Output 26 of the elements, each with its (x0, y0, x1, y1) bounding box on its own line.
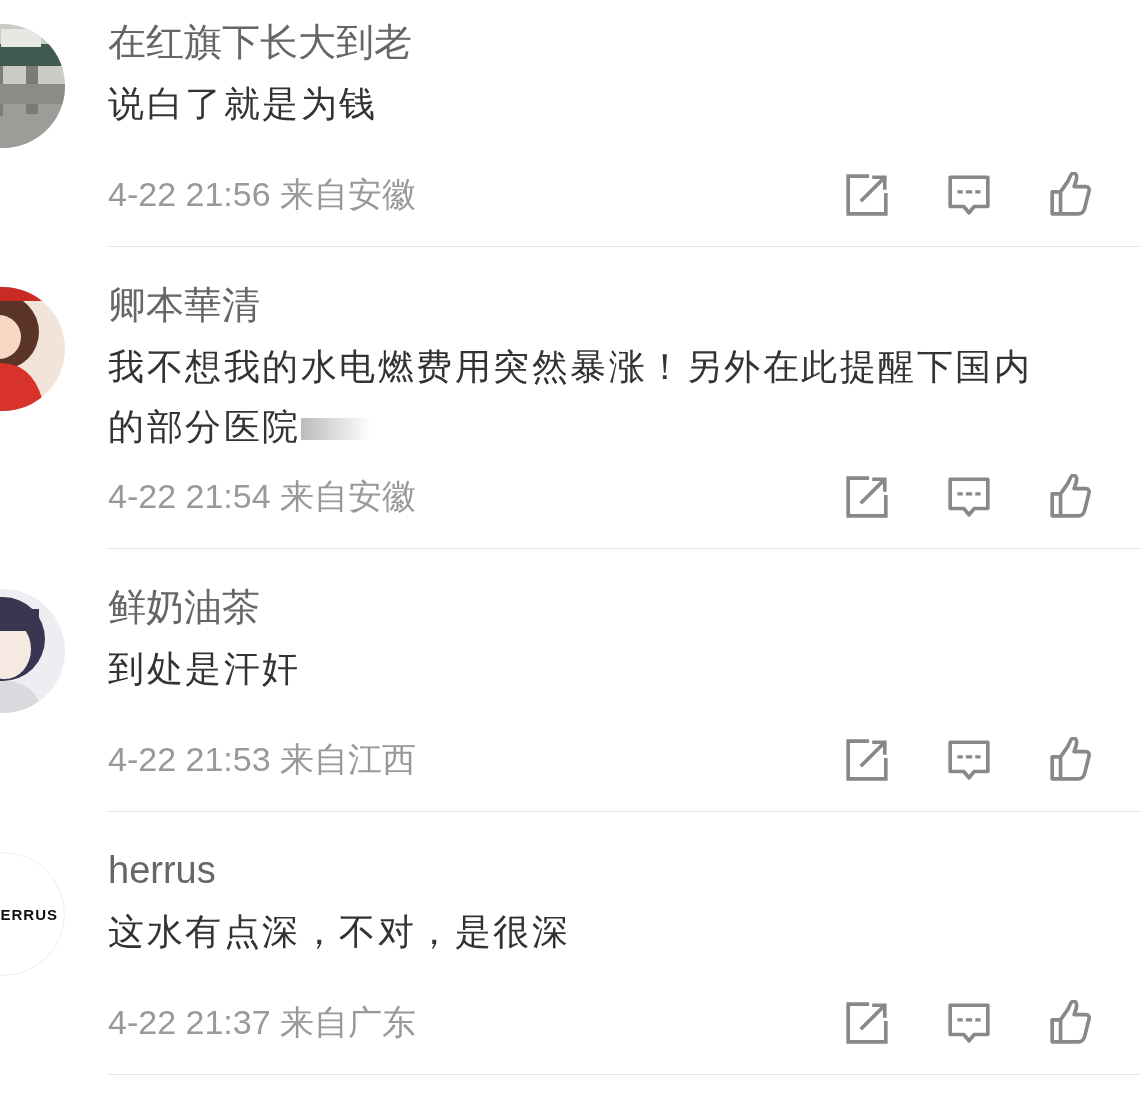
logo-text: ERRUS (0, 905, 58, 923)
thumbs-up-icon[interactable] (1048, 172, 1094, 218)
comment-text: 这水有点深，不对，是很深 (108, 910, 571, 954)
comment-text: 我不想我的水电燃费用突然暴涨！另外在此提醒下国内的部分医院 (108, 337, 1053, 457)
thumbs-up-icon[interactable] (1048, 1000, 1094, 1046)
thumbs-up-icon[interactable] (1048, 737, 1094, 783)
share-icon[interactable] (844, 474, 890, 520)
username[interactable]: 在红旗下长大到老 (108, 10, 1140, 74)
comment-icon[interactable] (946, 172, 992, 218)
share-icon[interactable] (844, 737, 890, 783)
username[interactable]: herrus (108, 838, 1140, 902)
username[interactable]: 鲜奶油茶 (108, 575, 1140, 639)
comment-icon[interactable] (946, 737, 992, 783)
share-icon[interactable] (844, 1000, 890, 1046)
username[interactable]: 卿本華清 (108, 273, 1140, 337)
avatar[interactable]: ERRUS (0, 852, 65, 976)
timestamp: 4-22 21:54 来自安徽 (108, 476, 417, 517)
share-icon[interactable] (844, 172, 890, 218)
timestamp: 4-22 21:56 来自安徽 (108, 174, 417, 215)
comment-icon[interactable] (946, 474, 992, 520)
comment-text: 说白了就是为钱 (108, 82, 379, 126)
comment-icon[interactable] (946, 1000, 992, 1046)
timestamp: 4-22 21:53 来自江西 (108, 739, 417, 780)
comment-text: 到处是汗奸 (108, 647, 302, 691)
timestamp: 4-22 21:37 来自广东 (108, 1002, 417, 1043)
thumbs-up-icon[interactable] (1048, 474, 1094, 520)
